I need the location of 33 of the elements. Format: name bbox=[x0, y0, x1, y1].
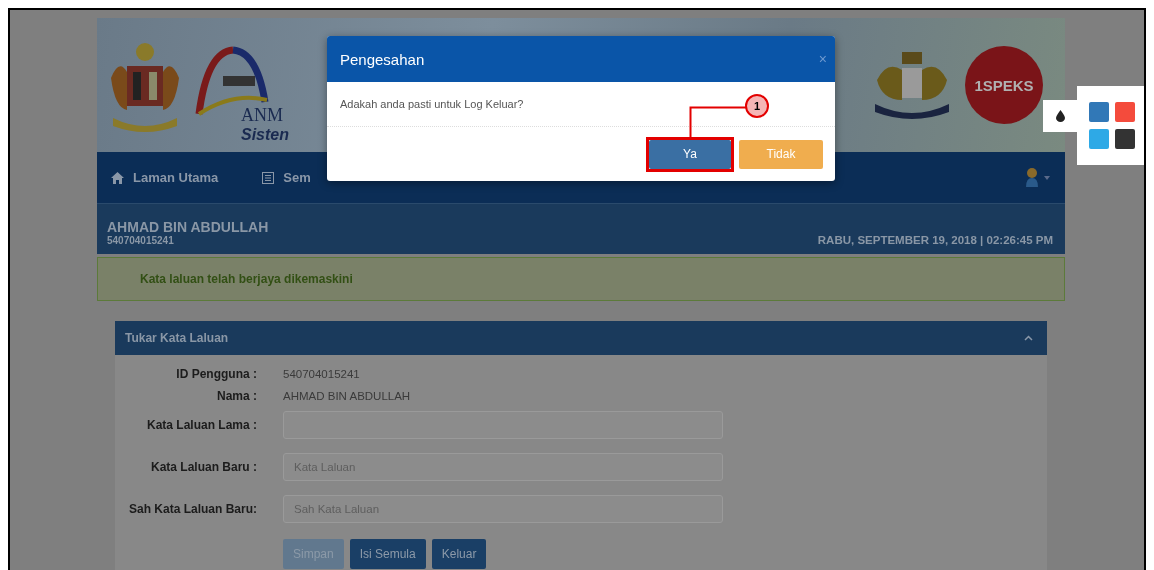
field-value: AHMAD BIN ABDULLAH bbox=[283, 390, 411, 402]
form-button[interactable]: Isi Semula bbox=[349, 539, 426, 569]
logo-text: ANM bbox=[241, 105, 284, 126]
droplet-icon[interactable] bbox=[1055, 110, 1065, 122]
field-label: Kata Laluan Lama : bbox=[145, 416, 257, 434]
field-label: Kata Laluan Baru : bbox=[149, 458, 257, 476]
field-label: Sah Kata Laluan Baru: bbox=[127, 500, 257, 518]
dialog-title: Pengesahan bbox=[340, 50, 425, 68]
color-swatch[interactable] bbox=[1089, 129, 1109, 149]
color-swatch[interactable] bbox=[1089, 102, 1109, 122]
nav-link[interactable]: Laman Utama bbox=[111, 170, 219, 185]
form-button[interactable]: Keluar bbox=[431, 539, 487, 569]
collapse-icon[interactable] bbox=[1024, 335, 1033, 341]
panel-title: Tukar Kata Laluan bbox=[125, 331, 229, 345]
no-button[interactable]: Tidak bbox=[739, 139, 823, 169]
field-label: ID Pengguna : bbox=[175, 365, 257, 383]
system-title: Sisten bbox=[241, 126, 289, 144]
dialog-message: Adakah anda pasti untuk Log Keluar? bbox=[340, 98, 524, 110]
field-label: Nama : bbox=[216, 387, 257, 405]
speks-logo: 1SPEKS bbox=[965, 46, 1043, 124]
color-swatch[interactable] bbox=[1115, 129, 1135, 149]
alert-message: Kata laluan telah berjaya dikemaskini bbox=[140, 272, 353, 286]
home-icon bbox=[111, 171, 124, 184]
nav-link[interactable]: Sem bbox=[262, 170, 311, 185]
list-icon bbox=[262, 171, 275, 184]
color-swatch[interactable] bbox=[1115, 102, 1135, 122]
user-id: 540704015241 bbox=[107, 235, 175, 246]
user-avatar-icon[interactable] bbox=[1025, 166, 1051, 189]
yes-button[interactable]: Ya bbox=[649, 139, 731, 169]
close-button[interactable]: × bbox=[818, 51, 827, 67]
field-value: 540704015241 bbox=[283, 368, 360, 380]
user-name: AHMAD BIN ABDULLAH bbox=[107, 219, 269, 235]
date-time: RABU, SEPTEMBER 19, 2018 | 02:26:45 PM bbox=[817, 234, 1053, 246]
